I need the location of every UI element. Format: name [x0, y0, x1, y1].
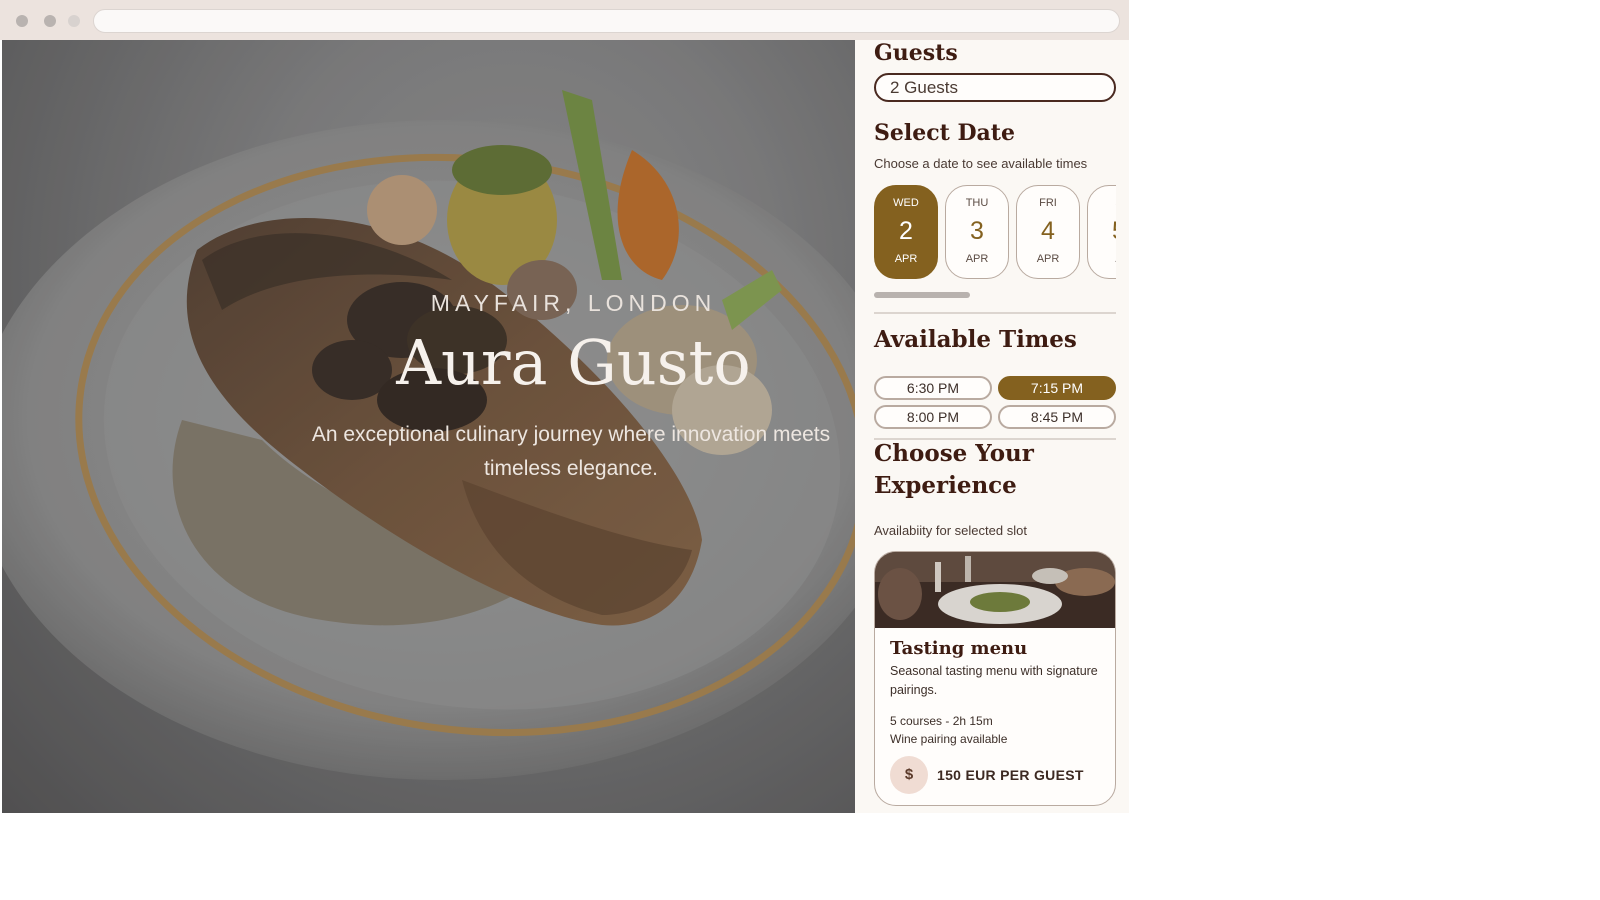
experience-description: Seasonal tasting menu with signature pai… [890, 664, 1098, 697]
divider [874, 312, 1116, 314]
date-card-wed-2[interactable]: WED 2 APR [874, 185, 938, 279]
date-month: APR [894, 253, 918, 265]
hero-tagline-line1: An exceptional culinary journey where in… [311, 423, 831, 446]
time-slot-630pm[interactable]: 6:30 PM [874, 376, 992, 400]
date-month: APR [1036, 253, 1060, 265]
choose-experience-heading: Choose Your Experience [874, 440, 1034, 499]
time-slot-800pm[interactable]: 8:00 PM [874, 405, 992, 429]
date-month: A [1088, 253, 1116, 265]
date-day-number: 2 [899, 217, 913, 245]
experience-price: 150 EUR PER GUEST [937, 767, 1084, 783]
tasting-menu-card[interactable]: Tasting menu Seasonal tasting menu with … [874, 551, 1116, 806]
booking-panel: Guests 2 Guests Select Date Choose a dat… [855, 40, 1129, 813]
experience-duration: 5 courses - 2h 15m [890, 714, 993, 728]
experience-wine-pairing: Wine pairing available [890, 732, 1008, 746]
date-day-of-week: WED [893, 197, 919, 209]
zoom-window-button[interactable] [68, 15, 80, 27]
hero-tagline: An exceptional culinary journey where in… [287, 418, 855, 486]
experience-hint: Availabiity for selected slot [874, 523, 1027, 538]
date-card-partial[interactable]: S 5 A [1087, 185, 1116, 279]
date-day-number: 4 [1041, 217, 1055, 245]
date-month: APR [965, 253, 989, 265]
tasting-menu-photo [875, 552, 1115, 628]
browser-window: MAYFAIR, LONDON Aura Gusto An exceptiona… [0, 0, 1129, 813]
dollar-icon: $ [890, 756, 928, 794]
date-day-number: 3 [970, 217, 984, 245]
minimize-window-button[interactable] [44, 15, 56, 27]
date-scrollbar[interactable] [874, 292, 970, 298]
select-date-hint: Choose a date to see available times [874, 156, 1088, 171]
date-day-of-week: THU [965, 197, 989, 209]
guests-select[interactable]: 2 Guests [874, 73, 1116, 102]
date-card-thu-3[interactable]: THU 3 APR [945, 185, 1009, 279]
close-window-button[interactable] [16, 15, 28, 27]
available-times-heading: Available Times [874, 326, 1077, 353]
date-day-number: 5 [1088, 217, 1116, 246]
address-bar[interactable] [93, 9, 1120, 33]
hero-tagline-line2: timeless elegance. [484, 457, 658, 480]
hero-section: MAYFAIR, LONDON Aura Gusto An exceptiona… [2, 40, 855, 813]
date-day-of-week: S [1088, 197, 1116, 209]
restaurant-name: Aura Gusto [396, 326, 751, 399]
title-bar [0, 0, 1129, 40]
date-day-of-week: FRI [1039, 197, 1057, 209]
select-date-heading: Select Date [874, 120, 1015, 146]
hero-location: MAYFAIR, LONDON [430, 290, 717, 316]
time-slot-845pm[interactable]: 8:45 PM [998, 405, 1116, 429]
time-slot-715pm[interactable]: 7:15 PM [998, 376, 1116, 400]
date-carousel[interactable]: WED 2 APR THU 3 APR FRI 4 APR S 5 A [874, 185, 1116, 280]
guests-heading: Guests [874, 40, 958, 66]
experience-title: Tasting menu [890, 638, 1028, 659]
date-card-fri-4[interactable]: FRI 4 APR [1016, 185, 1080, 279]
